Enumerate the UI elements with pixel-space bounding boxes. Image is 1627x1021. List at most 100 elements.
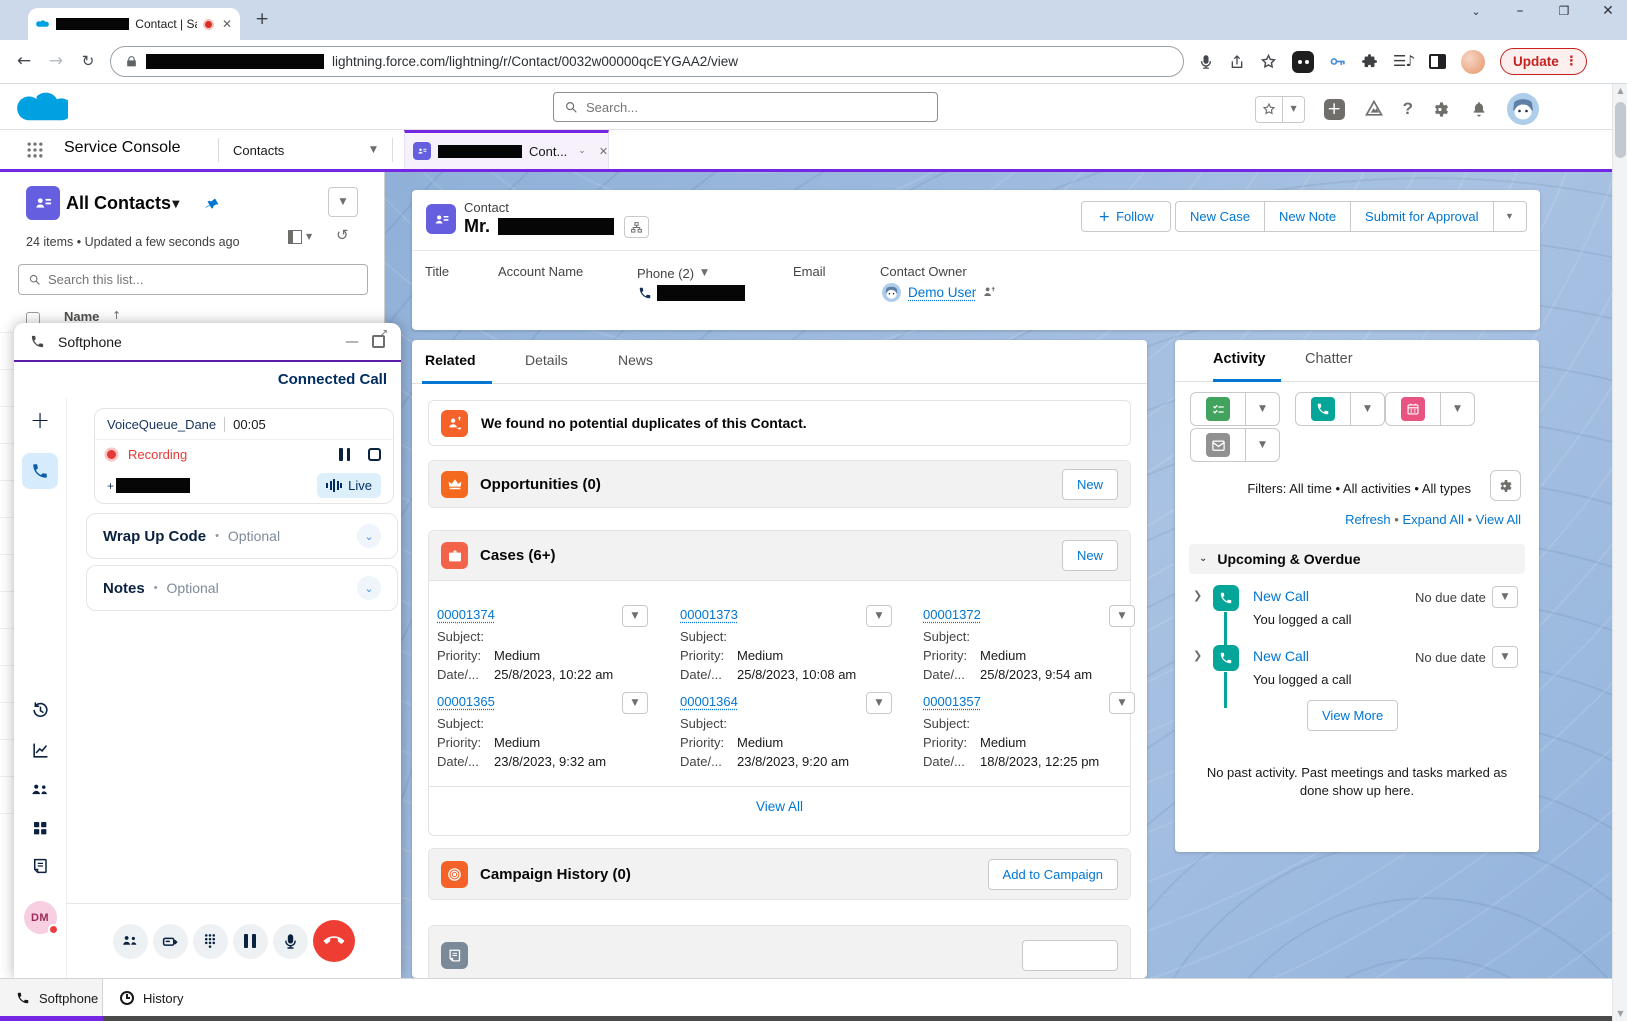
guidance-center-icon[interactable] [1364, 99, 1384, 119]
case-number-link[interactable]: 00001357 [923, 694, 981, 709]
case-row-actions-icon[interactable]: ▼ [622, 605, 648, 627]
media-playlist-icon[interactable]: ☰♪ [1393, 54, 1414, 69]
setup-gear-icon[interactable] [1432, 100, 1451, 119]
minimize-icon[interactable]: — [345, 335, 359, 349]
follow-button[interactable]: + Follow [1081, 201, 1171, 232]
tab-related[interactable]: Related [425, 352, 476, 368]
conference-button[interactable] [113, 924, 148, 959]
refresh-list-icon[interactable]: ↻ [336, 228, 349, 243]
notes-section[interactable]: Notes • Optional ⌄ [86, 565, 398, 611]
scrollbar-thumb[interactable] [1615, 102, 1626, 158]
mic-permission-icon[interactable] [1198, 54, 1214, 70]
bookmark-star-icon[interactable] [1260, 53, 1277, 70]
pause-recording-button[interactable] [339, 448, 350, 461]
add-to-campaign-button[interactable]: Add to Campaign [988, 859, 1118, 890]
cases-view-all-link[interactable]: View All [429, 799, 1130, 814]
pin-list-button[interactable] [196, 188, 227, 219]
contacts-tab-dropdown-icon[interactable]: ▼ [370, 146, 377, 155]
email-button-group[interactable]: ▼ [1190, 428, 1280, 462]
side-panel-icon[interactable] [1429, 54, 1446, 69]
list-search-box[interactable] [18, 264, 368, 295]
notifications-bell-icon[interactable] [1470, 100, 1488, 118]
extension-key-icon[interactable] [1329, 53, 1346, 70]
new-tab-button[interactable]: + [255, 11, 269, 28]
name-column-header[interactable]: Name [64, 309, 99, 324]
browser-menu-kebab-icon[interactable]: ⋮ [1565, 55, 1578, 68]
cases-title[interactable]: Cases (6+) [480, 547, 555, 564]
activity-item-actions-icon[interactable]: ▼ [1492, 646, 1518, 668]
refresh-link[interactable]: Refresh [1345, 512, 1391, 527]
utility-history-tab[interactable]: History [104, 979, 199, 1017]
history-rail-icon[interactable] [14, 701, 66, 720]
activity-item-title[interactable]: New Call [1253, 588, 1309, 604]
utility-softphone-tab[interactable]: Softphone [0, 979, 103, 1017]
activity-item-actions-icon[interactable]: ▼ [1492, 586, 1518, 608]
task-dropdown-icon[interactable]: ▼ [1246, 393, 1279, 425]
display-as-button[interactable]: ▼ [288, 230, 312, 244]
popout-icon[interactable]: ↗ [372, 335, 385, 348]
wrap-up-code-section[interactable]: Wrap Up Code • Optional ⌄ [86, 513, 398, 559]
opportunities-title[interactable]: Opportunities (0) [480, 476, 601, 493]
dialpad-button[interactable] [193, 924, 228, 959]
case-row-actions-icon[interactable]: ▼ [622, 692, 648, 714]
partial-section-button[interactable] [1022, 940, 1118, 971]
tab-details[interactable]: Details [525, 352, 568, 368]
wrapup-expand-chevron-icon[interactable]: ⌄ [357, 524, 381, 548]
extension-bw-icon[interactable] [1292, 51, 1314, 73]
global-search[interactable] [553, 92, 938, 122]
tab-news[interactable]: News [618, 352, 653, 368]
notes-rail-icon[interactable] [14, 857, 66, 875]
apps-grid-rail-icon[interactable] [14, 819, 66, 837]
new-task-icon[interactable] [1206, 397, 1230, 421]
favorites-star-icon[interactable] [1262, 102, 1276, 116]
new-task-button-group[interactable]: ▼ [1190, 392, 1280, 426]
scroll-up-arrow-icon[interactable]: ▲ [1613, 87, 1627, 95]
case-row-actions-icon[interactable]: ▼ [1109, 692, 1135, 714]
event-dropdown-icon[interactable]: ▼ [1441, 393, 1474, 425]
nav-tab-record-active[interactable]: Cont... ⌄ ✕ [404, 130, 609, 169]
case-number-link[interactable]: 00001364 [680, 694, 738, 709]
view-hierarchy-button[interactable] [624, 216, 649, 238]
log-call-button-group[interactable]: ▼ [1295, 392, 1385, 426]
analytics-rail-icon[interactable] [14, 741, 66, 760]
phone-rail-tab-active[interactable] [14, 453, 66, 489]
activity-settings-button[interactable] [1490, 470, 1521, 501]
extensions-puzzle-icon[interactable] [1361, 53, 1378, 70]
list-view-title[interactable]: All Contacts [66, 193, 171, 214]
window-maximize-button[interactable]: ❐ [1549, 5, 1579, 17]
profile-avatar[interactable] [1461, 50, 1485, 74]
update-button[interactable]: Update ⋮ [1500, 48, 1587, 75]
email-icon[interactable] [1206, 433, 1230, 457]
forward-button[interactable]: → [40, 53, 72, 70]
new-event-icon[interactable] [1401, 397, 1425, 421]
case-row-actions-icon[interactable]: ▼ [1109, 605, 1135, 627]
case-number-link[interactable]: 00001372 [923, 607, 981, 622]
global-search-input[interactable] [586, 100, 927, 115]
back-button[interactable]: ← [8, 53, 40, 70]
owner-change-icon[interactable] [982, 285, 997, 300]
list-search-input[interactable] [48, 272, 358, 287]
hold-button[interactable] [233, 924, 268, 959]
tab-activity[interactable]: Activity [1213, 351, 1265, 367]
nav-tab-contacts[interactable]: Contacts [233, 143, 284, 158]
stop-recording-button[interactable] [368, 448, 381, 461]
expand-item-chevron-icon[interactable]: ❯ [1193, 590, 1202, 601]
phone-dropdown-icon[interactable]: ▼ [701, 269, 708, 278]
agent-avatar[interactable]: DM [14, 901, 66, 934]
app-launcher-waffle-icon[interactable] [25, 140, 45, 160]
share-icon[interactable] [1229, 54, 1245, 70]
help-icon[interactable]: ? [1403, 99, 1413, 119]
address-bar[interactable]: lightning.force.com/lightning/r/Contact/… [110, 46, 1184, 77]
page-scrollbar[interactable]: ▲ ▼ [1612, 84, 1627, 1021]
submit-for-approval-button[interactable]: Submit for Approval [1351, 201, 1493, 232]
case-number-link[interactable]: 00001374 [437, 607, 495, 622]
expand-item-chevron-icon[interactable]: ❯ [1193, 650, 1202, 661]
view-more-button[interactable]: View More [1307, 700, 1398, 731]
new-note-button[interactable]: New Note [1265, 201, 1351, 232]
browser-tab[interactable]: Contact | Sal ✕ [28, 8, 240, 40]
activity-item-title[interactable]: New Call [1253, 648, 1309, 664]
mute-button[interactable] [273, 924, 308, 959]
log-call-icon[interactable] [1311, 397, 1335, 421]
favorites-dropdown-icon[interactable]: ▼ [1283, 105, 1303, 113]
user-avatar[interactable] [1507, 93, 1539, 125]
